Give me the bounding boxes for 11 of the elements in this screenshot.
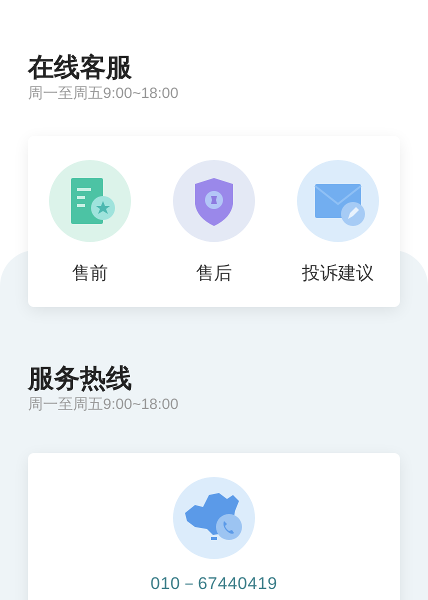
envelope-pencil-icon — [297, 160, 379, 242]
phone-number[interactable]: 010－67440419 — [150, 571, 278, 596]
section-title: 在线客服 — [28, 51, 133, 84]
service-label[interactable]: 售前 — [72, 260, 108, 287]
shield-icon — [173, 160, 255, 242]
section-title: 服务热线 — [28, 362, 133, 395]
hours-text: 周一至周五9:00~18:00 — [28, 395, 180, 415]
hours-text: 周一至周五9:00~18:00 — [28, 84, 180, 104]
service-label[interactable]: 售后 — [196, 260, 232, 287]
service-label[interactable]: 投诉建议 — [302, 260, 374, 287]
map-phone-icon — [173, 477, 255, 559]
